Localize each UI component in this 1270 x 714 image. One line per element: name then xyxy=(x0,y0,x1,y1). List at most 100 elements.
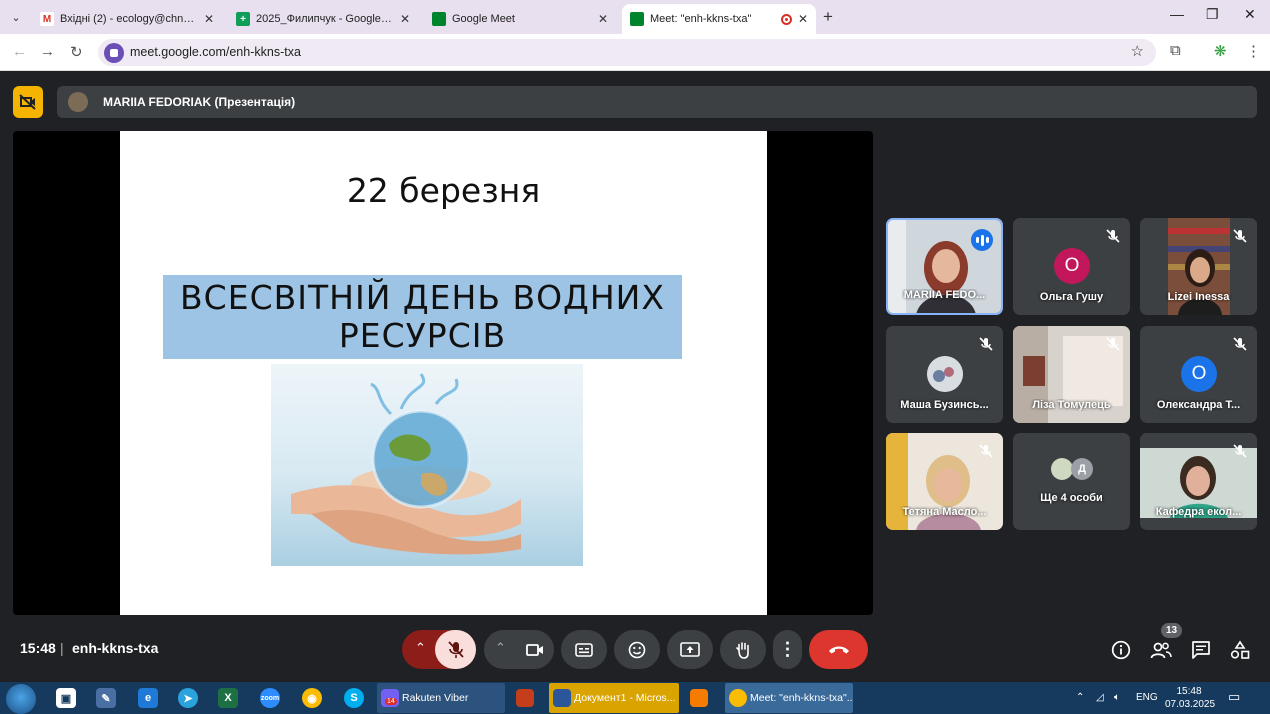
slide-title-line1: ВСЕСВІТНІЙ ДЕНЬ ВОДНИХ xyxy=(180,278,665,317)
tab-label: Вхідні (2) - ecology@chnu.edu. xyxy=(60,13,198,25)
paint-icon[interactable]: ✎ xyxy=(96,688,116,708)
back-arrow-icon[interactable]: ← xyxy=(12,43,27,60)
activities-button[interactable] xyxy=(1229,639,1251,661)
tab-google-meet[interactable]: Google Meet ✕ xyxy=(424,4,616,34)
camera-off-indicator[interactable] xyxy=(13,86,43,118)
maximize-icon[interactable]: ❐ xyxy=(1206,6,1219,23)
present-screen-button[interactable] xyxy=(667,630,713,669)
participant-tile[interactable]: Lizei Inessa xyxy=(1140,218,1257,315)
tray-expand-icon[interactable]: ⌃ xyxy=(1076,692,1084,703)
start-button[interactable] xyxy=(6,684,36,714)
chrome-icon xyxy=(729,689,747,707)
people-button[interactable] xyxy=(1150,639,1172,661)
raise-hand-button[interactable] xyxy=(720,630,766,669)
participant-name: Тетяна Масло... xyxy=(902,506,987,518)
volume-icon[interactable]: 🔈︎ xyxy=(1114,692,1120,703)
participant-tile[interactable]: О Ольга Гушу xyxy=(1013,218,1130,315)
participant-name: Lizei Inessa xyxy=(1167,291,1230,303)
profile-icon[interactable]: ❋ xyxy=(1214,42,1227,60)
slide-globe-hands-image xyxy=(271,364,583,566)
tab-label: 2025_Филипчук - Google Табл xyxy=(256,13,394,25)
reload-icon[interactable]: ↻ xyxy=(70,43,83,61)
more-participants-tile[interactable]: Д Ще 4 особи xyxy=(1013,433,1130,530)
bookmark-star-icon[interactable]: ☆ xyxy=(1131,42,1144,60)
captions-button[interactable] xyxy=(561,630,607,669)
presentation-slide: 22 березня ВСЕСВІТНІЙ ДЕНЬ ВОДНИХ РЕСУРС… xyxy=(120,131,767,615)
participant-tile[interactable]: MARIIA FEDO... xyxy=(886,218,1003,315)
recording-icon xyxy=(780,13,792,25)
close-window-icon[interactable]: ✕ xyxy=(1244,6,1256,23)
tab-gmail[interactable]: M Вхідні (2) - ecology@chnu.edu. ✕ xyxy=(32,4,222,34)
participant-tile[interactable]: Тетяна Масло... xyxy=(886,433,1003,530)
extensions-icon[interactable]: ⧉ xyxy=(1170,42,1181,59)
clock-time: 15:48 xyxy=(1176,686,1202,697)
captions-icon xyxy=(575,642,593,657)
presenter-bar: MARIIA FEDORIAK (Презентація) xyxy=(57,86,1257,118)
more-options-button[interactable]: ⋮ xyxy=(773,630,802,669)
chrome-icon[interactable]: ◉ xyxy=(302,688,322,708)
camera-toggle-button[interactable] xyxy=(516,630,554,669)
camera-options-chevron-icon[interactable]: ⌃ xyxy=(495,640,506,656)
participant-name: Олександра Т... xyxy=(1156,399,1241,411)
participant-name: MARIIA FEDO... xyxy=(903,289,986,301)
taskbar-word-app[interactable]: Документ1 - Micros... xyxy=(549,683,679,713)
chat-button[interactable] xyxy=(1190,639,1212,661)
mic-toggle-button[interactable] xyxy=(435,630,476,669)
presenter-label: MARIIA FEDORIAK (Презентація) xyxy=(103,95,296,109)
clock-date: 07.03.2025 xyxy=(1165,699,1216,710)
leave-call-button[interactable] xyxy=(809,630,868,669)
meeting-code: enh-kkns-txa xyxy=(72,640,159,656)
close-tab-icon[interactable]: ✕ xyxy=(204,12,214,26)
store-icon[interactable]: ▣ xyxy=(56,688,76,708)
edge-icon[interactable]: e xyxy=(138,688,158,708)
network-icon[interactable]: ◿ xyxy=(1096,692,1104,703)
participant-tile[interactable]: Кафедра екол... xyxy=(1140,433,1257,530)
presentation-stage: 22 березня ВСЕСВІТНІЙ ДЕНЬ ВОДНИХ РЕСУРС… xyxy=(13,131,873,615)
menu-kebab-icon[interactable]: ⋮ xyxy=(1246,42,1261,60)
mic-off-icon xyxy=(979,444,993,458)
zoom-icon[interactable]: zoom xyxy=(260,688,280,708)
site-info-icon[interactable] xyxy=(104,43,124,63)
taskbar-app[interactable] xyxy=(686,683,718,713)
activities-icon xyxy=(1230,640,1250,659)
reactions-button[interactable] xyxy=(614,630,660,669)
close-tab-icon[interactable]: ✕ xyxy=(400,12,410,26)
notifications-icon[interactable]: ▭ xyxy=(1228,689,1240,705)
mic-options-chevron-icon[interactable]: ⌃ xyxy=(415,640,426,656)
taskbar-chrome-app[interactable]: Meet: "enh-kkns-txa"... xyxy=(725,683,853,713)
close-tab-icon[interactable]: ✕ xyxy=(598,12,608,26)
minimize-icon[interactable]: — xyxy=(1170,6,1184,22)
windows-taskbar: ▣ ✎ e ➤ X zoom ◉ S 14 Rakuten Viber Доку… xyxy=(0,682,1270,714)
people-count-badge: 13 xyxy=(1161,623,1182,638)
close-tab-icon[interactable]: ✕ xyxy=(798,12,808,26)
slide-title-line2: РЕСУРСІВ xyxy=(338,316,507,355)
meet-area: MARIIA FEDORIAK (Презентація) 22 березня… xyxy=(0,72,1270,682)
url-text: meet.google.com/enh-kkns-txa xyxy=(130,45,301,59)
participant-tile[interactable]: Ліза Томулець xyxy=(1013,326,1130,423)
new-tab-button[interactable]: + xyxy=(823,7,833,27)
hand-icon xyxy=(736,641,749,659)
excel-icon[interactable]: X xyxy=(218,688,238,708)
taskbar-powerpoint-app[interactable] xyxy=(512,683,544,713)
meeting-info-button[interactable] xyxy=(1110,639,1132,661)
mic-off-icon xyxy=(1233,444,1247,458)
url-field[interactable]: meet.google.com/enh-kkns-txa ☆ xyxy=(98,39,1156,66)
more-participants-label: Ще 4 особи xyxy=(1040,492,1103,504)
participant-name: Кафедра екол... xyxy=(1155,506,1242,518)
mic-off-icon xyxy=(979,337,993,351)
tab-search-dropdown-icon[interactable]: ⌄ xyxy=(6,7,26,27)
emoji-icon xyxy=(628,641,646,658)
chat-icon xyxy=(1192,641,1210,659)
system-clock[interactable]: 15:48 07.03.2025 xyxy=(1165,685,1216,711)
forward-arrow-icon[interactable]: → xyxy=(40,43,55,60)
participant-tile[interactable]: Маша Бузинсь... xyxy=(886,326,1003,423)
tab-sheets[interactable]: + 2025_Филипчук - Google Табл ✕ xyxy=(228,4,418,34)
browser-tab-bar: ⌄ M Вхідні (2) - ecology@chnu.edu. ✕ + 2… xyxy=(0,0,1270,34)
taskbar-viber-app[interactable]: 14 Rakuten Viber xyxy=(377,683,505,713)
participant-tile[interactable]: О Олександра Т... xyxy=(1140,326,1257,423)
skype-icon[interactable]: S xyxy=(344,688,364,708)
language-indicator[interactable]: ENG xyxy=(1136,692,1158,703)
present-screen-icon xyxy=(680,641,700,657)
telegram-icon[interactable]: ➤ xyxy=(178,688,198,708)
tab-meet-active[interactable]: Meet: "enh-kkns-txa" ✕ xyxy=(622,4,816,34)
